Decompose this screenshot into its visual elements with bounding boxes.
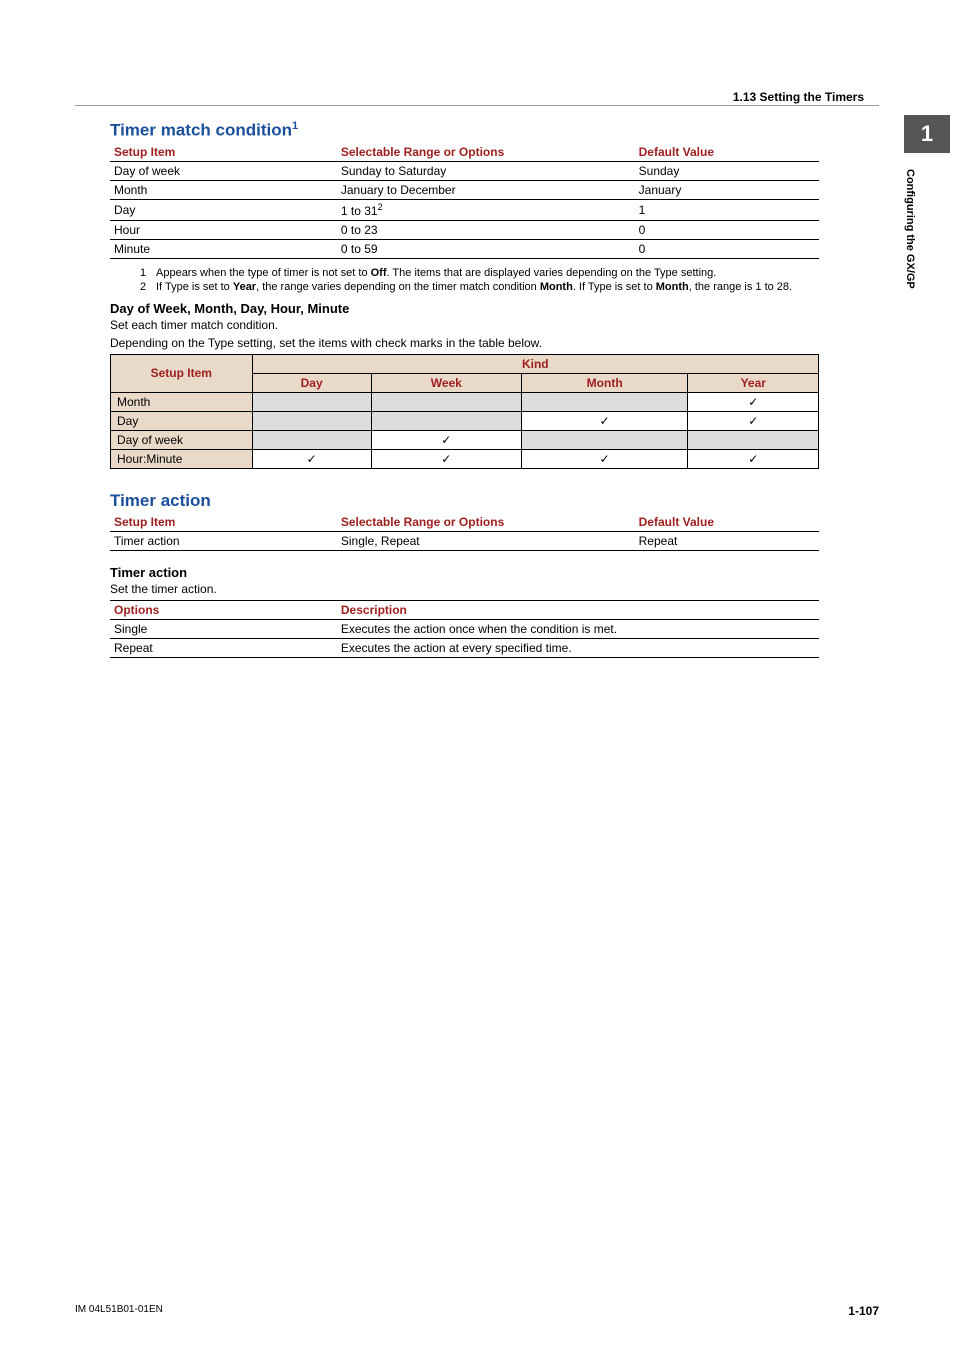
cell: Day	[110, 199, 337, 220]
cell: 0	[635, 220, 819, 239]
cell-check: ✓	[521, 411, 688, 430]
subhead-timer-action: Timer action	[110, 565, 819, 580]
table-row: Day ✓ ✓	[111, 411, 819, 430]
cell-check: ✓	[371, 449, 521, 468]
match-setup-table: Setup Item Selectable Range or Options D…	[110, 143, 819, 259]
col-range: Selectable Range or Options	[337, 513, 635, 532]
cell: January to December	[337, 180, 635, 199]
th-day: Day	[252, 373, 371, 392]
table-row: Hour:Minute ✓ ✓ ✓ ✓	[111, 449, 819, 468]
cell: Single	[110, 619, 337, 638]
table-row: Single Executes the action once when the…	[110, 619, 819, 638]
cell-check: ✓	[688, 449, 819, 468]
cell-check: ✓	[521, 449, 688, 468]
page: 1 Configuring the GX/GP 1.13 Setting the…	[0, 0, 954, 1350]
cell: Single, Repeat	[337, 531, 635, 550]
footnote-2: 2 If Type is set to Year, the range vari…	[140, 281, 819, 293]
col-default: Default Value	[635, 513, 819, 532]
cell: 1 to 312	[337, 199, 635, 220]
running-header: 1.13 Setting the Timers	[75, 90, 879, 106]
col-setup-item: Setup Item	[110, 143, 337, 162]
col-range: Selectable Range or Options	[337, 143, 635, 162]
table-row: Minute 0 to 59 0	[110, 239, 819, 258]
cell: 0 to 59	[337, 239, 635, 258]
cell	[252, 411, 371, 430]
table-row: Timer action Single, Repeat Repeat	[110, 531, 819, 550]
cell	[688, 430, 819, 449]
action-setup-table: Setup Item Selectable Range or Options D…	[110, 513, 819, 551]
cell-label: Day	[111, 411, 253, 430]
cell: 1	[635, 199, 819, 220]
cell	[252, 392, 371, 411]
cell-check: ✓	[688, 411, 819, 430]
cell: Executes the action once when the condit…	[337, 619, 819, 638]
th-month: Month	[521, 373, 688, 392]
heading-sup: 1	[292, 120, 298, 132]
cell: Minute	[110, 239, 337, 258]
cell-label: Day of week	[111, 430, 253, 449]
subhead-day-week: Day of Week, Month, Day, Hour, Minute	[110, 301, 819, 316]
footnote-text: If Type is set to Year, the range varies…	[156, 281, 819, 293]
heading-timer-action: Timer action	[110, 491, 819, 511]
col-description: Description	[337, 600, 819, 619]
cell: Day of week	[110, 161, 337, 180]
body-text: Depending on the Type setting, set the i…	[110, 336, 819, 350]
kind-table: Setup Item Kind Day Week Month Year Mont…	[110, 354, 819, 469]
cell: Hour	[110, 220, 337, 239]
cell	[371, 392, 521, 411]
cell: Timer action	[110, 531, 337, 550]
footer-page-number: 1-107	[848, 1304, 879, 1318]
footnote-1: 1 Appears when the type of timer is not …	[140, 267, 819, 279]
heading-timer-match: Timer match condition1	[110, 120, 819, 141]
options-table: Options Description Single Executes the …	[110, 600, 819, 658]
chapter-title: Configuring the GX/GP	[904, 159, 916, 299]
table-row: Month January to December January	[110, 180, 819, 199]
cell: January	[635, 180, 819, 199]
cell: Sunday	[635, 161, 819, 180]
cell-check: ✓	[688, 392, 819, 411]
chapter-number: 1	[904, 115, 950, 153]
body-text: Set each timer match condition.	[110, 318, 819, 332]
cell	[521, 392, 688, 411]
cell-label: Month	[111, 392, 253, 411]
cell: Sunday to Saturday	[337, 161, 635, 180]
table-row: Day of week Sunday to Saturday Sunday	[110, 161, 819, 180]
table-row: Day 1 to 312 1	[110, 199, 819, 220]
th-setup-item: Setup Item	[111, 354, 253, 392]
th-kind: Kind	[252, 354, 818, 373]
cell: Executes the action at every specified t…	[337, 638, 819, 657]
body-text: Set the timer action.	[110, 582, 819, 596]
cell-check: ✓	[371, 430, 521, 449]
cell: Repeat	[635, 531, 819, 550]
th-week: Week	[371, 373, 521, 392]
heading-text: Timer match condition	[110, 121, 292, 140]
cell: Repeat	[110, 638, 337, 657]
footnotes: 1 Appears when the type of timer is not …	[140, 267, 819, 293]
col-options: Options	[110, 600, 337, 619]
footnote-num: 2	[140, 281, 156, 293]
cell	[371, 411, 521, 430]
cell: Month	[110, 180, 337, 199]
cell: 0 to 23	[337, 220, 635, 239]
cell-check: ✓	[252, 449, 371, 468]
footnote-num: 1	[140, 267, 156, 279]
footer-doc-id: IM 04L51B01-01EN	[75, 1304, 163, 1318]
running-header-text: 1.13 Setting the Timers	[733, 90, 864, 104]
col-default: Default Value	[635, 143, 819, 162]
table-row: Day of week ✓	[111, 430, 819, 449]
cell	[252, 430, 371, 449]
footnote-text: Appears when the type of timer is not se…	[156, 267, 819, 279]
content: Timer match condition1 Setup Item Select…	[110, 120, 819, 658]
cell: 0	[635, 239, 819, 258]
side-tab: 1 Configuring the GX/GP	[904, 115, 954, 299]
cell-label: Hour:Minute	[111, 449, 253, 468]
col-setup-item: Setup Item	[110, 513, 337, 532]
th-year: Year	[688, 373, 819, 392]
table-row: Repeat Executes the action at every spec…	[110, 638, 819, 657]
footer: IM 04L51B01-01EN 1-107	[75, 1304, 879, 1318]
table-row: Hour 0 to 23 0	[110, 220, 819, 239]
cell	[521, 430, 688, 449]
table-row: Month ✓	[111, 392, 819, 411]
